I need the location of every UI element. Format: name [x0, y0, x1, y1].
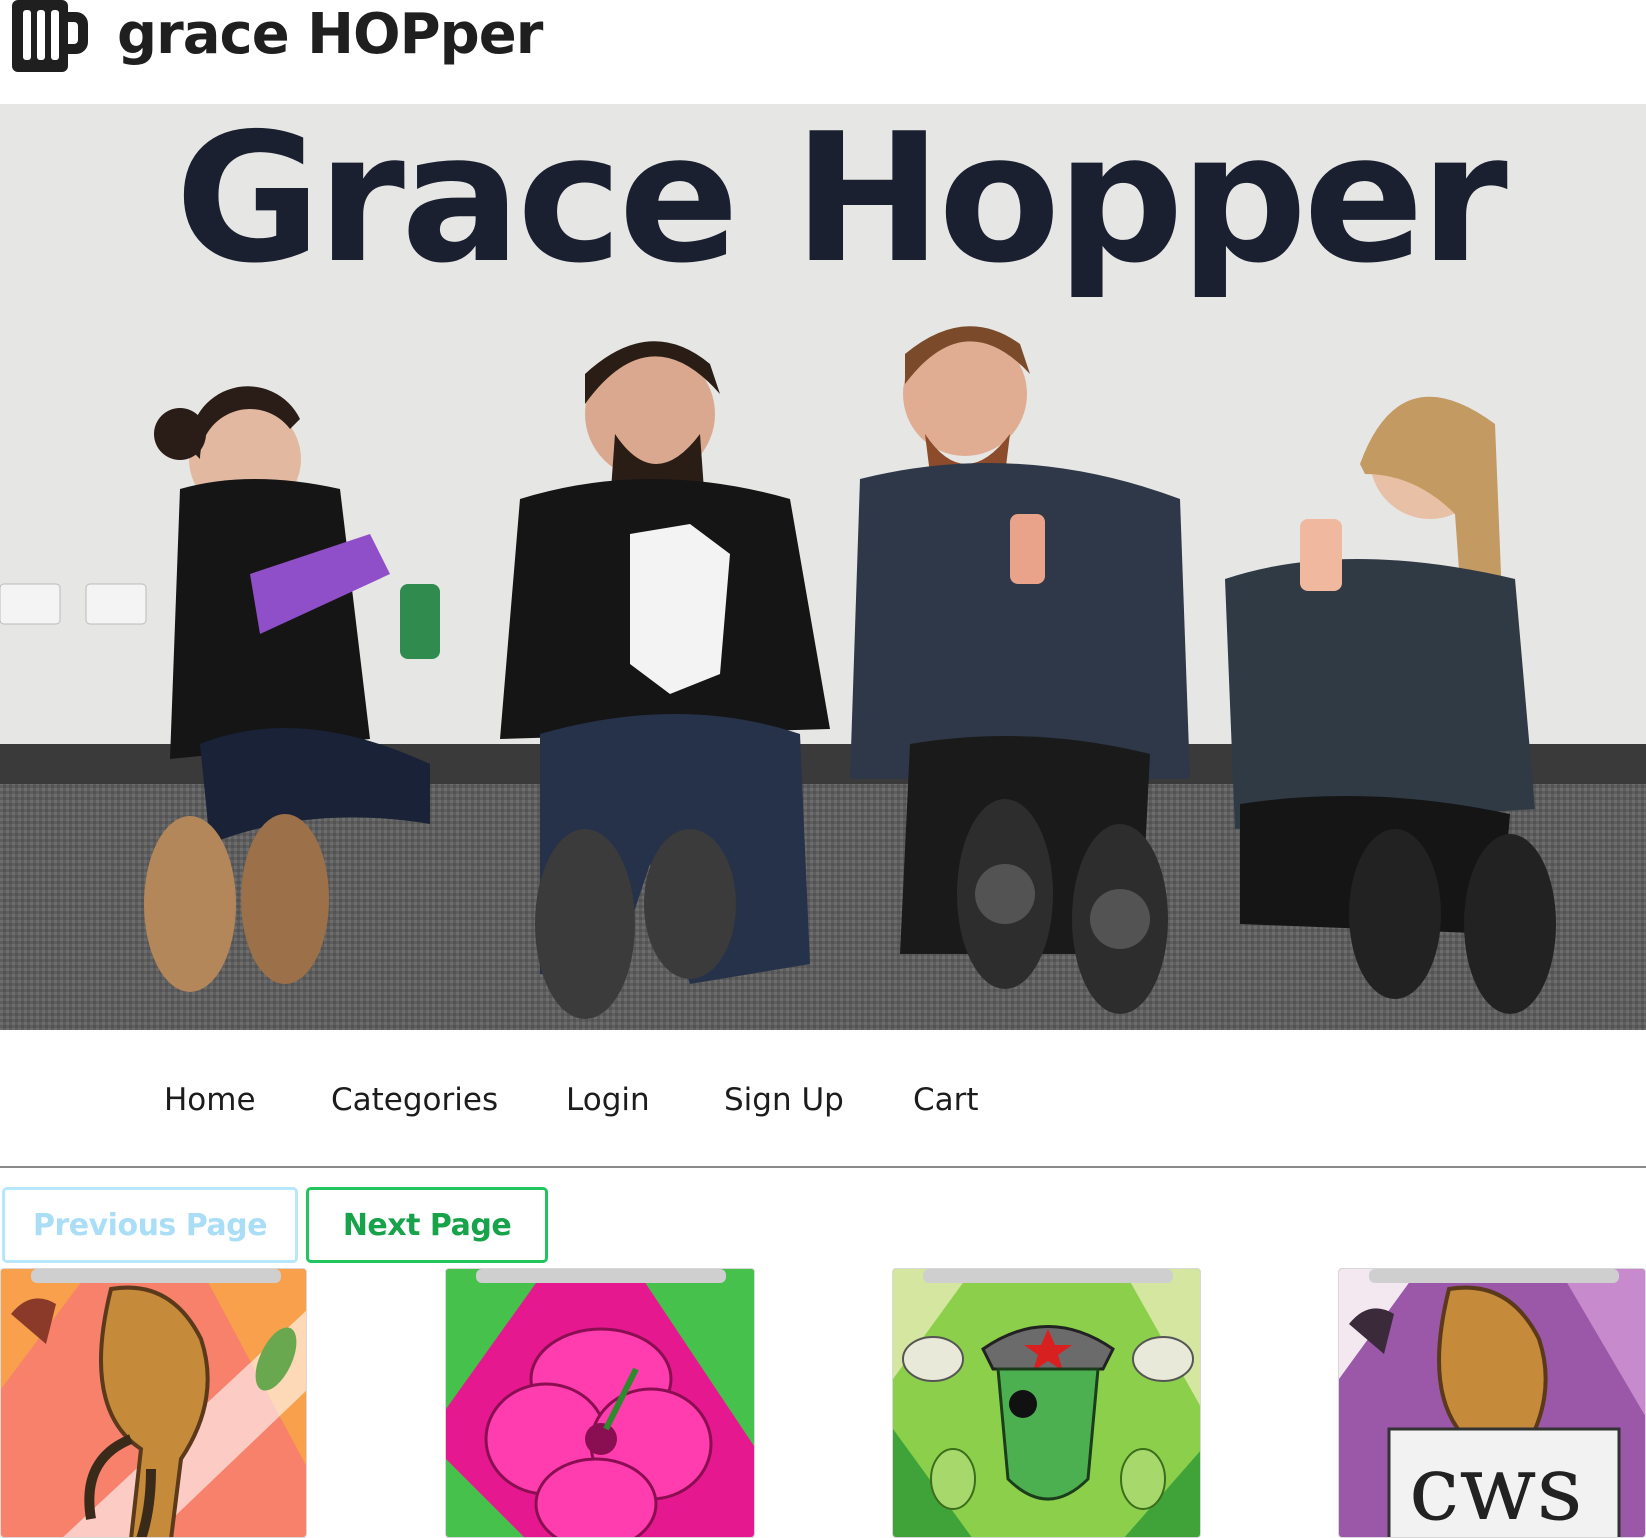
hero-banner: Grace Hopper: [0, 104, 1646, 1030]
product-card[interactable]: [892, 1268, 1201, 1538]
hibiscus-pink-green-can-image: [446, 1269, 754, 1537]
soldier-hop-green-can-image: [893, 1269, 1200, 1537]
brand-name[interactable]: grace HOPper: [117, 2, 543, 67]
main-nav: Home Categories Login Sign Up Cart: [0, 1058, 1646, 1148]
nav-categories[interactable]: Categories: [331, 1082, 498, 1118]
product-card[interactable]: [445, 1268, 755, 1538]
previous-page-button[interactable]: Previous Page: [2, 1187, 298, 1263]
svg-text:cws: cws: [1409, 1436, 1583, 1538]
product-card[interactable]: [0, 1268, 307, 1538]
nav-cart[interactable]: Cart: [913, 1082, 979, 1118]
nav-divider: [0, 1166, 1646, 1168]
beer-mug-icon[interactable]: [12, 0, 88, 72]
eagle-talon-purple-can-image: cws: [1339, 1269, 1645, 1538]
hero-headline: Grace Hopper: [175, 104, 1508, 302]
nav-login[interactable]: Login: [566, 1082, 650, 1118]
nav-sign-up[interactable]: Sign Up: [724, 1082, 844, 1118]
nav-home[interactable]: Home: [164, 1082, 256, 1118]
next-page-button[interactable]: Next Page: [306, 1187, 548, 1263]
eagle-talon-orange-can-image: [1, 1269, 306, 1537]
top-bar: grace HOPper: [0, 0, 1646, 104]
hero-photo: Grace Hopper: [0, 104, 1646, 1030]
product-card[interactable]: cws: [1338, 1268, 1646, 1538]
